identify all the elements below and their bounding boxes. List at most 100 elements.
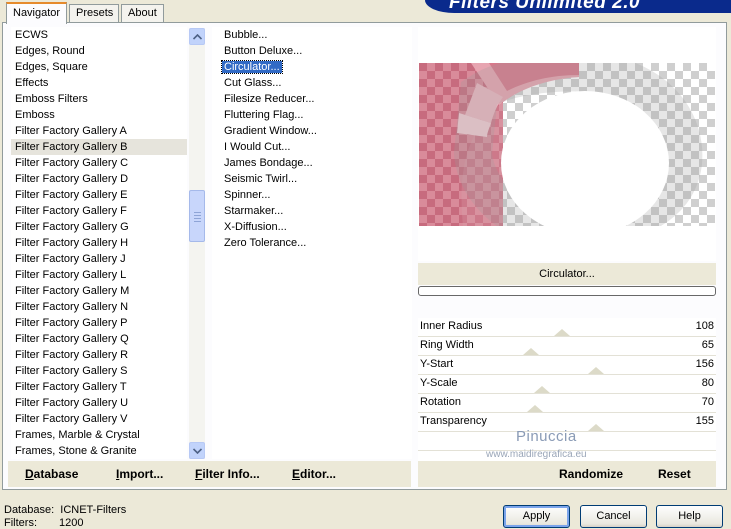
- filter-item[interactable]: Starmaker...: [212, 203, 412, 219]
- tab-presets[interactable]: Presets: [69, 4, 119, 22]
- parameter-sliders: Inner Radius 108 Ring Width 65 Y-Start 156 Y-S…: [418, 318, 716, 470]
- category-item[interactable]: Frames, Marble & Crystal: [11, 427, 187, 443]
- slider-label: Rotation: [420, 396, 461, 408]
- category-item[interactable]: Filter Factory Gallery E: [11, 187, 187, 203]
- apply-button[interactable]: Apply: [503, 505, 570, 528]
- editor-button[interactable]: Editor...: [292, 461, 336, 487]
- chevron-up-icon: [192, 33, 202, 40]
- filter-item-label: Cut Glass...: [224, 77, 282, 89]
- category-item[interactable]: Filter Factory Gallery V: [11, 411, 187, 427]
- filter-item[interactable]: Button Deluxe...: [212, 43, 412, 59]
- category-item[interactable]: Filter Factory Gallery U: [11, 395, 187, 411]
- slider-label: Y-Scale: [420, 377, 458, 389]
- slider-value: 108: [695, 320, 714, 332]
- slider-value: 65: [701, 339, 714, 351]
- right-button-bar: Randomize Reset: [418, 461, 716, 487]
- slider-thumb[interactable]: [588, 367, 604, 374]
- category-item[interactable]: Emboss: [11, 107, 187, 123]
- filter-name-bar: Circulator...: [418, 263, 716, 285]
- slider-row[interactable]: Inner Radius 108: [418, 318, 716, 337]
- category-item[interactable]: Filter Factory Gallery D: [11, 171, 187, 187]
- filter-item[interactable]: I Would Cut...: [212, 139, 412, 155]
- category-item[interactable]: Filter Factory Gallery G: [11, 219, 187, 235]
- filter-count: 1200: [59, 517, 84, 529]
- category-item[interactable]: ECWS: [11, 27, 187, 43]
- slider-row[interactable]: Y-Scale 80: [418, 375, 716, 394]
- slider-label: Inner Radius: [420, 320, 483, 332]
- slider-thumb[interactable]: [534, 386, 550, 393]
- category-item[interactable]: Filter Factory Gallery B: [11, 139, 187, 155]
- filter-item[interactable]: Gradient Window...: [212, 123, 412, 139]
- filter-item-label: Seismic Twirl...: [224, 173, 298, 185]
- cancel-button[interactable]: Cancel: [580, 505, 647, 528]
- category-item[interactable]: Filter Factory Gallery A: [11, 123, 187, 139]
- category-item[interactable]: Filter Factory Gallery F: [11, 203, 187, 219]
- category-item[interactable]: Frames, Stone & Granite: [11, 443, 187, 459]
- slider-value: 70: [701, 396, 714, 408]
- scroll-down-button[interactable]: [189, 442, 205, 459]
- category-item[interactable]: Edges, Round: [11, 43, 187, 59]
- filter-info-button[interactable]: Filter Info...: [195, 461, 260, 487]
- tab-about[interactable]: About: [121, 4, 164, 22]
- category-item[interactable]: Filter Factory Gallery H: [11, 235, 187, 251]
- slider-row[interactable]: Rotation 70: [418, 394, 716, 413]
- filter-item-label: Bubble...: [224, 29, 268, 41]
- filter-item[interactable]: Spinner...: [212, 187, 412, 203]
- filter-item-label: Filesize Reducer...: [224, 93, 315, 105]
- scroll-thumb[interactable]: [189, 190, 205, 242]
- reset-button[interactable]: Reset: [658, 461, 691, 487]
- category-item[interactable]: Emboss Filters: [11, 91, 187, 107]
- import-button[interactable]: Import...: [116, 461, 163, 487]
- category-item[interactable]: Filter Factory Gallery C: [11, 155, 187, 171]
- slider-thumb[interactable]: [554, 329, 570, 336]
- slider-thumb[interactable]: [523, 348, 539, 355]
- scroll-up-button[interactable]: [189, 28, 205, 45]
- filter-item-label: James Bondage...: [224, 157, 313, 169]
- slider-label: Y-Start: [420, 358, 454, 370]
- chevron-down-icon: [192, 447, 202, 454]
- filter-item[interactable]: James Bondage...: [212, 155, 412, 171]
- slider-value: 156: [695, 358, 714, 370]
- filter-item-label: Button Deluxe...: [224, 45, 303, 57]
- category-item[interactable]: Filter Factory Gallery M: [11, 283, 187, 299]
- tab-navigator[interactable]: Navigator: [6, 2, 67, 24]
- filter-item-label: I Would Cut...: [224, 141, 291, 153]
- randomize-button[interactable]: Randomize: [559, 461, 623, 487]
- filter-item[interactable]: Bubble...: [212, 27, 412, 43]
- logo-banner: Filters Unlimited 2.0: [425, 0, 731, 13]
- filter-item[interactable]: X-Diffusion...: [212, 219, 412, 235]
- help-button[interactable]: Help: [656, 505, 723, 528]
- filter-item-label: X-Diffusion...: [224, 221, 287, 233]
- category-item[interactable]: Filter Factory Gallery T: [11, 379, 187, 395]
- filter-item[interactable]: Circulator...: [212, 59, 412, 75]
- filter-item[interactable]: Seismic Twirl...: [212, 171, 412, 187]
- category-list[interactable]: ECWS Edges, Round Edges, Square Effects Embo…: [11, 27, 187, 459]
- filter-item-label: Starmaker...: [224, 205, 284, 217]
- category-item[interactable]: Effects: [11, 75, 187, 91]
- filter-item[interactable]: Filesize Reducer...: [212, 91, 412, 107]
- slider-thumb[interactable]: [527, 405, 543, 412]
- category-item[interactable]: Filter Factory Gallery N: [11, 299, 187, 315]
- database-button[interactable]: Database: [25, 461, 78, 487]
- category-item[interactable]: Filter Factory Gallery R: [11, 347, 187, 363]
- filter-item[interactable]: Fluttering Flag...: [212, 107, 412, 123]
- filter-item[interactable]: Zero Tolerance...: [212, 235, 412, 251]
- category-item[interactable]: Filter Factory Gallery S: [11, 363, 187, 379]
- filter-list[interactable]: Bubble... Button Deluxe... Circulator... Cu…: [212, 27, 412, 459]
- category-item[interactable]: Filter Factory Gallery P: [11, 315, 187, 331]
- slider-thumb[interactable]: [588, 424, 604, 431]
- slider-label: Ring Width: [420, 339, 474, 351]
- slider-row[interactable]: Ring Width 65: [418, 337, 716, 356]
- category-scrollbar[interactable]: [189, 28, 205, 459]
- category-item[interactable]: Edges, Square: [11, 59, 187, 75]
- preview-image: [419, 63, 715, 226]
- watermark-site: www.maidiregrafica.eu: [486, 449, 587, 460]
- filter-item[interactable]: Cut Glass...: [212, 75, 412, 91]
- category-item[interactable]: Filter Factory Gallery Q: [11, 331, 187, 347]
- watermark-name: Pinuccia: [516, 428, 577, 445]
- logo-text: Filters Unlimited 2.0: [449, 0, 641, 13]
- status-database: Database: ICNET-Filters: [4, 504, 127, 516]
- slider-row[interactable]: Y-Start 156: [418, 356, 716, 375]
- category-item[interactable]: Filter Factory Gallery L: [11, 267, 187, 283]
- category-item[interactable]: Filter Factory Gallery J: [11, 251, 187, 267]
